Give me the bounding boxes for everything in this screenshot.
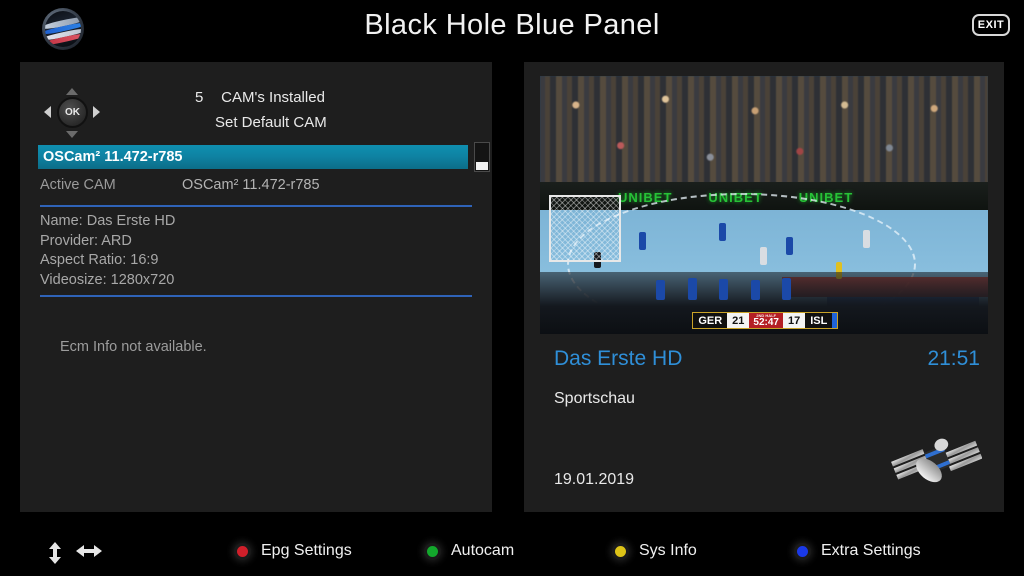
yellow-key-icon [612, 542, 629, 560]
half-label: 2ND HALF [756, 312, 777, 318]
home-score: 21 [727, 313, 750, 328]
player [862, 229, 870, 248]
program-title: Sportschau [554, 390, 635, 407]
date-display: 19.01.2019 [554, 471, 635, 488]
set-default-cam-label: Set Default CAM [215, 114, 327, 131]
clock-display: 21:51 [927, 347, 980, 370]
green-key-icon [424, 542, 441, 560]
info-provider: Provider: ARD [40, 232, 132, 249]
extra-settings-button[interactable]: Extra Settings [794, 542, 921, 560]
clock-value: 52:47 [753, 316, 779, 328]
selected-cam-label: OSCam² 11.472-r785 [43, 149, 183, 165]
cam-count-label: CAM's Installed [221, 89, 325, 106]
divider-bottom [40, 295, 472, 297]
sys-info-button[interactable]: Sys Info [612, 542, 697, 560]
blue-key-icon [794, 542, 811, 560]
divider-top [40, 205, 472, 207]
ecm-info-text: Ecm Info not available. [60, 339, 207, 355]
away-team: ISL [805, 313, 833, 328]
away-score: 17 [782, 313, 806, 328]
bench-player [750, 279, 760, 300]
cam-list-scrollbar[interactable] [474, 142, 490, 172]
scoreboard-tail [832, 313, 838, 328]
active-cam-value: OSCam² 11.472-r785 [182, 177, 320, 193]
epg-settings-label: Epg Settings [261, 542, 352, 559]
page-title: Black Hole Blue Panel [364, 9, 660, 41]
dpad-up-icon[interactable] [66, 88, 78, 95]
dpad-right-icon[interactable] [93, 106, 100, 118]
bench-player [781, 278, 791, 301]
crowd-stand [540, 76, 988, 193]
dpad-down-icon[interactable] [66, 131, 78, 138]
scoreboard: GER 21 2ND HALF 52:47 17 ISL [692, 312, 839, 329]
extra-settings-label: Extra Settings [821, 542, 921, 559]
left-right-arrow-icon[interactable] [76, 542, 102, 560]
info-name: Name: Das Erste HD [40, 213, 176, 229]
player [759, 247, 767, 266]
cam-count-number: 5 [195, 89, 204, 106]
bench-player [656, 279, 666, 300]
sys-info-label: Sys Info [639, 542, 697, 559]
home-team: GER [693, 313, 728, 328]
player [638, 232, 646, 251]
up-down-arrow-icon[interactable] [46, 542, 64, 564]
match-clock: 2ND HALF 52:47 [749, 313, 783, 328]
epg-settings-button[interactable]: Epg Settings [234, 542, 352, 560]
player [719, 222, 727, 241]
exit-button[interactable]: EXIT [972, 14, 1010, 36]
cam-count-row: 5 CAM's Installed [195, 89, 325, 106]
cam-settings-panel: OK 5 CAM's Installed Set Default CAM OSC… [20, 62, 492, 512]
selected-cam-row[interactable]: OSCam² 11.472-r785 [38, 145, 468, 169]
info-aspect: Aspect Ratio: 16:9 [40, 252, 159, 268]
dpad-icon[interactable]: OK [42, 86, 102, 140]
dpad-ok-button[interactable]: OK [57, 97, 88, 128]
red-key-icon [234, 542, 251, 560]
bench-player [719, 278, 729, 300]
service-info-block: Name: Das Erste HD Provider: ARD Aspect … [40, 212, 470, 290]
preview-panel: UNIBET UNIBET UNIBET GER 21 2ND HALF 52:… [524, 62, 1004, 512]
video-preview[interactable]: UNIBET UNIBET UNIBET GER 21 2ND HALF 52:… [540, 76, 988, 334]
info-videosize: Videosize: 1280x720 [40, 271, 175, 288]
active-cam-label: Active CAM [40, 177, 116, 193]
scrollbar-thumb[interactable] [476, 162, 488, 170]
player [786, 237, 794, 256]
dpad-left-icon[interactable] [44, 106, 51, 118]
header-bar: Black Hole Blue Panel EXIT [0, 0, 1024, 58]
bottom-action-bar: Epg Settings Autocam Sys Info Extra Sett… [0, 516, 1024, 576]
bench-player [687, 278, 697, 301]
autocam-button[interactable]: Autocam [424, 542, 514, 560]
handball-goal [548, 194, 621, 262]
channel-name: Das Erste HD [554, 347, 683, 370]
satellite-icon [891, 438, 982, 483]
autocam-label: Autocam [451, 542, 515, 559]
app-screen: Black Hole Blue Panel EXIT OK 5 CAM's In… [0, 0, 1024, 576]
